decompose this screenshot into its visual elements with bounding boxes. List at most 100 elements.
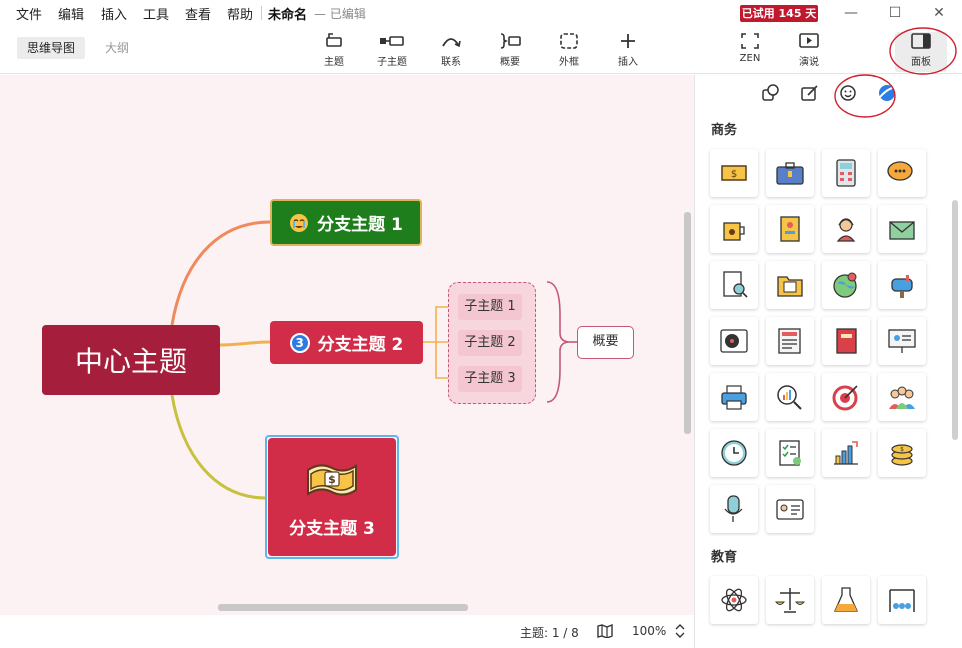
format-panel: 商务 教育 $ $ (694, 74, 962, 648)
style-tab-icon[interactable] (760, 83, 782, 103)
summary-button[interactable]: 概要 (482, 32, 538, 72)
tab-outline[interactable]: 大纲 (95, 37, 139, 59)
presentation-icon (799, 33, 819, 48)
branch-topic-3-label: 分支主题 3 (289, 518, 375, 539)
panel-scrollbar[interactable] (952, 200, 958, 440)
sticker-lab-flask-icon[interactable] (822, 576, 870, 624)
sticker-presentation-board-icon[interactable] (878, 317, 926, 365)
sticker-id-card-icon[interactable] (766, 485, 814, 533)
sticker-clock-icon[interactable] (710, 429, 758, 477)
boundary-icon (560, 33, 578, 49)
canvas-horizontal-scrollbar[interactable] (218, 604, 468, 611)
summary-topic[interactable]: 概要 (577, 326, 634, 359)
zen-button[interactable]: ZEN (722, 32, 778, 72)
section-business-title: 商务 (711, 123, 738, 138)
lab-flask-icon (834, 587, 858, 612)
maximize-icon[interactable]: ☐ (880, 2, 910, 24)
zen-icon (741, 33, 759, 49)
printer-icon (721, 385, 747, 410)
sticker-chat-bubbles-icon[interactable] (878, 149, 926, 197)
central-topic[interactable]: 中心主题 (42, 325, 220, 395)
document-title: 未命名 (268, 8, 308, 23)
money-icon: $ (307, 463, 357, 496)
chart-magnifier-icon (777, 385, 802, 410)
sticker-coffee-cup-icon[interactable] (710, 205, 758, 253)
relationship-button[interactable]: 联系 (423, 32, 479, 72)
subtopic-2[interactable]: 子主题 2 (458, 330, 522, 356)
sticker-briefcase-icon[interactable] (766, 149, 814, 197)
sticker-chart-magnifier-icon[interactable] (766, 373, 814, 421)
scales-icon (774, 588, 806, 613)
branch-topic-1[interactable]: 分支主题 1 (270, 199, 422, 246)
menu-insert[interactable]: 插入 (101, 4, 127, 23)
sticker-contacts-book-icon[interactable] (766, 205, 814, 253)
sticker-scales-icon[interactable] (766, 576, 814, 624)
sticker-newspaper-icon[interactable] (766, 317, 814, 365)
map-book-icon[interactable] (597, 624, 613, 638)
branch-topic-2[interactable]: 3 分支主题 2 (270, 321, 423, 364)
canvas-vertical-scrollbar[interactable] (684, 212, 691, 434)
sticker-document-magnify-icon[interactable] (710, 261, 758, 309)
sticker-red-book-icon[interactable] (822, 317, 870, 365)
close-icon[interactable]: ✕ (924, 2, 954, 24)
branch-topic-2-label: 分支主题 2 (317, 335, 404, 355)
coins-icon: $ (891, 444, 913, 466)
crying-face-icon (290, 213, 309, 232)
newton-cradle-icon (889, 589, 915, 612)
menu-tools[interactable]: 工具 (143, 4, 169, 23)
sticker-team-icon[interactable] (878, 373, 926, 421)
menu-view[interactable]: 查看 (185, 4, 211, 23)
subtopic-button[interactable]: 子主题 (364, 32, 420, 72)
red-book-icon (836, 328, 857, 354)
sticker-highlight-circle (834, 74, 896, 118)
sticker-microphone-icon[interactable] (710, 485, 758, 533)
sticker-mail-icon[interactable] (878, 205, 926, 253)
topic-count: 主题: 1 / 8 (520, 626, 579, 640)
subtopic-label: 子主题 (377, 57, 407, 68)
subtopic-3[interactable]: 子主题 3 (458, 366, 522, 392)
summary-label: 概要 (500, 57, 520, 68)
panel-highlight-circle (889, 27, 957, 75)
sticker-atom-icon[interactable] (710, 576, 758, 624)
plus-icon (621, 34, 635, 48)
sticker-folder-icon[interactable] (766, 261, 814, 309)
menu-edit[interactable]: 编辑 (58, 4, 84, 23)
presentation-label: 演说 (799, 57, 819, 68)
sticker-target-icon[interactable] (822, 373, 870, 421)
record-player-icon (720, 329, 748, 353)
branch-topic-1-label: 分支主题 1 (317, 215, 403, 235)
atom-icon (721, 588, 747, 612)
clock-icon (721, 440, 747, 466)
menu-help[interactable]: 帮助 (227, 4, 253, 23)
menu-file[interactable]: 文件 (16, 4, 42, 23)
status-bar: 主题: 1 / 8 100% (0, 615, 694, 648)
sticker-record-player-icon[interactable] (710, 317, 758, 365)
presentation-button[interactable]: 演说 (781, 32, 837, 72)
sticker-globe-pin-icon[interactable] (822, 261, 870, 309)
sticker-newton-cradle-icon[interactable] (878, 576, 926, 624)
tab-mindmap[interactable]: 思维导图 (17, 37, 86, 59)
subtopic-1[interactable]: 子主题 1 (458, 294, 522, 320)
zoom-level[interactable]: 100% (632, 624, 666, 638)
topic-button[interactable]: 主题 (306, 32, 362, 72)
sticker-mailbox-icon[interactable] (878, 261, 926, 309)
sticker-coins-icon[interactable]: $ (878, 429, 926, 477)
sticker-support-agent-icon[interactable] (822, 205, 870, 253)
edit-tab-icon[interactable] (799, 83, 821, 103)
subtopic-icon (380, 36, 404, 46)
sticker-bar-chart-icon[interactable] (822, 429, 870, 477)
coffee-cup-icon (723, 222, 745, 241)
branch-topic-3[interactable]: $ 分支主题 3 (268, 438, 396, 556)
priority-badge: 3 (289, 332, 310, 353)
trial-badge[interactable]: 已试用 145 天 (740, 5, 818, 22)
newspaper-icon (778, 328, 801, 354)
boundary-button[interactable]: 外框 (541, 32, 597, 72)
insert-button[interactable]: 插入 (600, 32, 656, 72)
minimize-icon[interactable]: — (836, 2, 866, 24)
zoom-stepper-icon[interactable] (675, 623, 685, 639)
sticker-calculator-icon[interactable] (822, 149, 870, 197)
sticker-checklist-icon[interactable] (766, 429, 814, 477)
sticker-printer-icon[interactable] (710, 373, 758, 421)
sticker-money-icon[interactable]: $ (710, 149, 758, 197)
svg-text:$: $ (328, 473, 336, 486)
